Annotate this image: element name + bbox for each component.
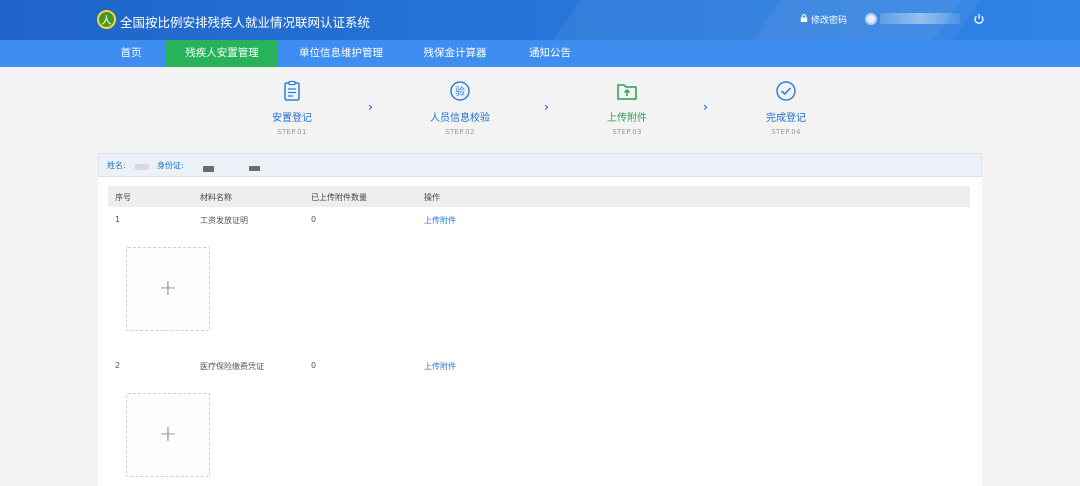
step-arrow-icon: › <box>544 100 549 114</box>
name-value-redacted <box>135 164 149 170</box>
logo-glyph: 人 <box>101 16 112 27</box>
id-card-label: 身份证: <box>157 161 184 170</box>
row-upload-count: 0 <box>311 215 317 224</box>
site-title: 全国按比例安排残疾人就业情况联网认证系统 <box>120 15 371 30</box>
step-title: 上传附件 <box>607 113 647 124</box>
change-password-link[interactable]: 修改密码 <box>811 13 847 26</box>
main-nav: 首页 残疾人安置管理 单位信息维护管理 残保金计算器 通知公告 <box>0 40 1080 67</box>
row-index: 2 <box>115 361 121 370</box>
step-title: 人员信息校验 <box>430 113 490 124</box>
column-header-index: 序号 <box>115 193 131 202</box>
table-header-row: 序号 材料名称 已上传附件数量 操作 <box>108 186 970 207</box>
step-complete: 完成登记 STEP.04 <box>736 80 836 136</box>
nav-item-calculator[interactable]: 残保金计算器 <box>402 40 508 67</box>
plus-icon: + <box>158 422 178 447</box>
nav-item-home[interactable]: 首页 <box>97 40 165 67</box>
upload-attachment-link[interactable]: 上传附件 <box>424 361 456 372</box>
site-logo-icon: 人 <box>97 10 116 29</box>
step-number: STEP.03 <box>612 128 642 136</box>
svg-text:验: 验 <box>455 85 465 98</box>
name-label: 姓名: <box>107 161 126 170</box>
step-title: 安置登记 <box>272 113 312 124</box>
step-upload: 上传附件 STEP.03 <box>577 80 677 136</box>
step-verify: 验 人员信息校验 STEP.02 <box>410 80 510 136</box>
user-name[interactable] <box>880 13 960 24</box>
step-arrow-icon: › <box>368 100 373 114</box>
top-header: 人 全国按比例安排残疾人就业情况联网认证系统 修改密码 <box>0 0 1080 40</box>
plus-icon: + <box>158 276 178 301</box>
attachment-table-panel: 序号 材料名称 已上传附件数量 操作 1 工资发放证明 0 上传附件 + 2 医… <box>98 177 982 486</box>
nav-item-unit-info[interactable]: 单位信息维护管理 <box>280 40 402 67</box>
nav-item-placement-management[interactable]: 残疾人安置管理 <box>166 40 278 67</box>
step-registration: 安置登记 STEP.01 <box>242 80 342 136</box>
step-arrow-icon: › <box>703 100 708 114</box>
step-number: STEP.04 <box>771 128 801 136</box>
check-circle-icon <box>776 81 796 101</box>
id-value-redacted <box>249 166 260 171</box>
column-header-upload-count: 已上传附件数量 <box>311 193 367 202</box>
row-index: 1 <box>115 215 121 224</box>
user-avatar[interactable] <box>865 13 877 25</box>
lock-icon[interactable] <box>800 14 808 22</box>
nav-item-notices[interactable]: 通知公告 <box>508 40 592 67</box>
upload-dropzone[interactable]: + <box>126 393 210 477</box>
column-header-material-name: 材料名称 <box>200 193 232 202</box>
verify-icon: 验 <box>450 81 470 101</box>
step-number: STEP.01 <box>277 128 307 136</box>
upload-folder-icon <box>617 84 637 100</box>
person-info-bar: 姓名: 身份证: <box>98 153 982 177</box>
upload-dropzone[interactable]: + <box>126 247 210 331</box>
row-material-name: 工资发放证明 <box>200 216 248 225</box>
step-title: 完成登记 <box>766 113 806 124</box>
column-header-action: 操作 <box>424 193 440 202</box>
upload-attachment-link[interactable]: 上传附件 <box>424 215 456 226</box>
clipboard-icon <box>284 80 300 101</box>
logout-power-icon[interactable] <box>973 13 985 25</box>
step-number: STEP.02 <box>445 128 475 136</box>
id-value-redacted <box>203 166 214 172</box>
row-upload-count: 0 <box>311 361 317 370</box>
row-material-name: 医疗保险缴费凭证 <box>200 362 264 371</box>
